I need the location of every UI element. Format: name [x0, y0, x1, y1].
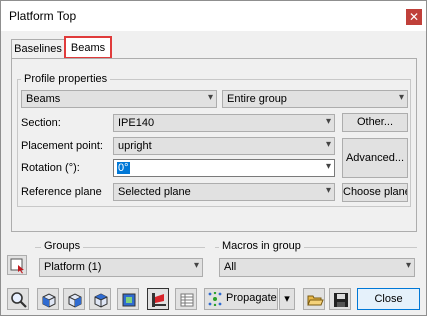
chevron-down-icon: ▾: [325, 116, 331, 127]
groups-value: Platform (1): [44, 261, 102, 273]
cube-top-icon: [94, 293, 108, 308]
reference-plane-select[interactable]: Selected plane ▾: [113, 183, 335, 201]
macros-value: All: [224, 261, 237, 273]
view-side-button[interactable]: [63, 288, 85, 310]
cube-front-icon: [42, 293, 56, 308]
profile-type-select[interactable]: Beams ▾: [21, 90, 217, 108]
reference-plane-label: Reference plane: [21, 186, 102, 198]
placement-point-label: Placement point:: [21, 140, 103, 152]
beam-tool-button[interactable]: [147, 288, 169, 310]
zoom-button[interactable]: [7, 288, 29, 310]
table-icon: [180, 293, 194, 307]
chevron-down-icon: ▾: [325, 161, 331, 172]
view-iso-button[interactable]: [117, 288, 139, 310]
propagate-button[interactable]: Propagate: [204, 288, 278, 310]
profile-properties-label: Profile properties: [21, 73, 111, 85]
reference-plane-value: Selected plane: [118, 186, 191, 198]
chevron-down-icon: ▾: [193, 260, 199, 271]
tab-beams-label: Beams: [70, 42, 106, 54]
table-button[interactable]: [175, 288, 197, 310]
cube-side-icon: [68, 293, 82, 308]
propagate-label: Propagate: [226, 292, 277, 304]
window-close-button[interactable]: ✕: [406, 9, 422, 25]
open-button[interactable]: [303, 288, 325, 310]
other-button[interactable]: Other...: [342, 113, 408, 132]
chevron-down-icon: ▾: [405, 260, 411, 271]
profile-type-value: Beams: [26, 93, 61, 105]
macros-select[interactable]: All ▾: [219, 258, 415, 277]
propagate-icon: [208, 292, 222, 306]
view-top-button[interactable]: [89, 288, 111, 310]
macros-label: Macros in group: [219, 240, 304, 252]
chevron-down-icon: ▾: [398, 92, 404, 103]
beam-flag-icon: [152, 293, 166, 307]
profile-scope-value: Entire group: [227, 93, 287, 105]
save-icon: [334, 293, 348, 307]
advanced-button[interactable]: Advanced...: [342, 138, 408, 178]
chevron-down-icon: ▾: [207, 92, 213, 103]
profile-scope-select[interactable]: Entire group ▾: [222, 90, 408, 108]
propagate-dropdown-button[interactable]: ▾: [279, 288, 295, 310]
rotation-value: 0°: [117, 162, 130, 174]
groups-label: Groups: [41, 240, 84, 252]
chevron-down-icon: ▾: [284, 293, 290, 305]
zoom-search-icon: [11, 292, 27, 308]
pick-cursor-icon: [10, 258, 24, 274]
folder-open-icon: [307, 295, 324, 306]
tab-baselines[interactable]: Baselines: [11, 39, 65, 59]
section-select[interactable]: IPE140 ▾: [113, 114, 335, 132]
pick-object-button[interactable]: [7, 255, 27, 275]
cube-view-icon: [122, 293, 136, 307]
title-bar: Platform Top ✕: [1, 1, 426, 31]
save-button[interactable]: [329, 288, 351, 310]
groups-select[interactable]: Platform (1) ▾: [39, 258, 203, 277]
view-front-button[interactable]: [37, 288, 59, 310]
close-button[interactable]: Close: [357, 288, 420, 310]
chevron-down-icon: ▾: [325, 185, 331, 196]
tab-beams[interactable]: Beams: [64, 36, 112, 59]
window-title: Platform Top: [9, 9, 77, 23]
chevron-down-icon: ▾: [325, 139, 331, 150]
section-value: IPE140: [118, 117, 155, 129]
tab-baselines-label: Baselines: [14, 43, 62, 55]
placement-point-value: upright: [118, 140, 152, 152]
rotation-input[interactable]: 0° ▾: [113, 159, 335, 177]
placement-point-select[interactable]: upright ▾: [113, 137, 335, 155]
rotation-label: Rotation (°):: [21, 162, 80, 174]
section-label: Section:: [21, 117, 61, 129]
dialog-window: Platform Top ✕ Baselines Beams Profile p…: [0, 0, 427, 316]
choose-plane-button[interactable]: Choose plane: [342, 183, 408, 202]
